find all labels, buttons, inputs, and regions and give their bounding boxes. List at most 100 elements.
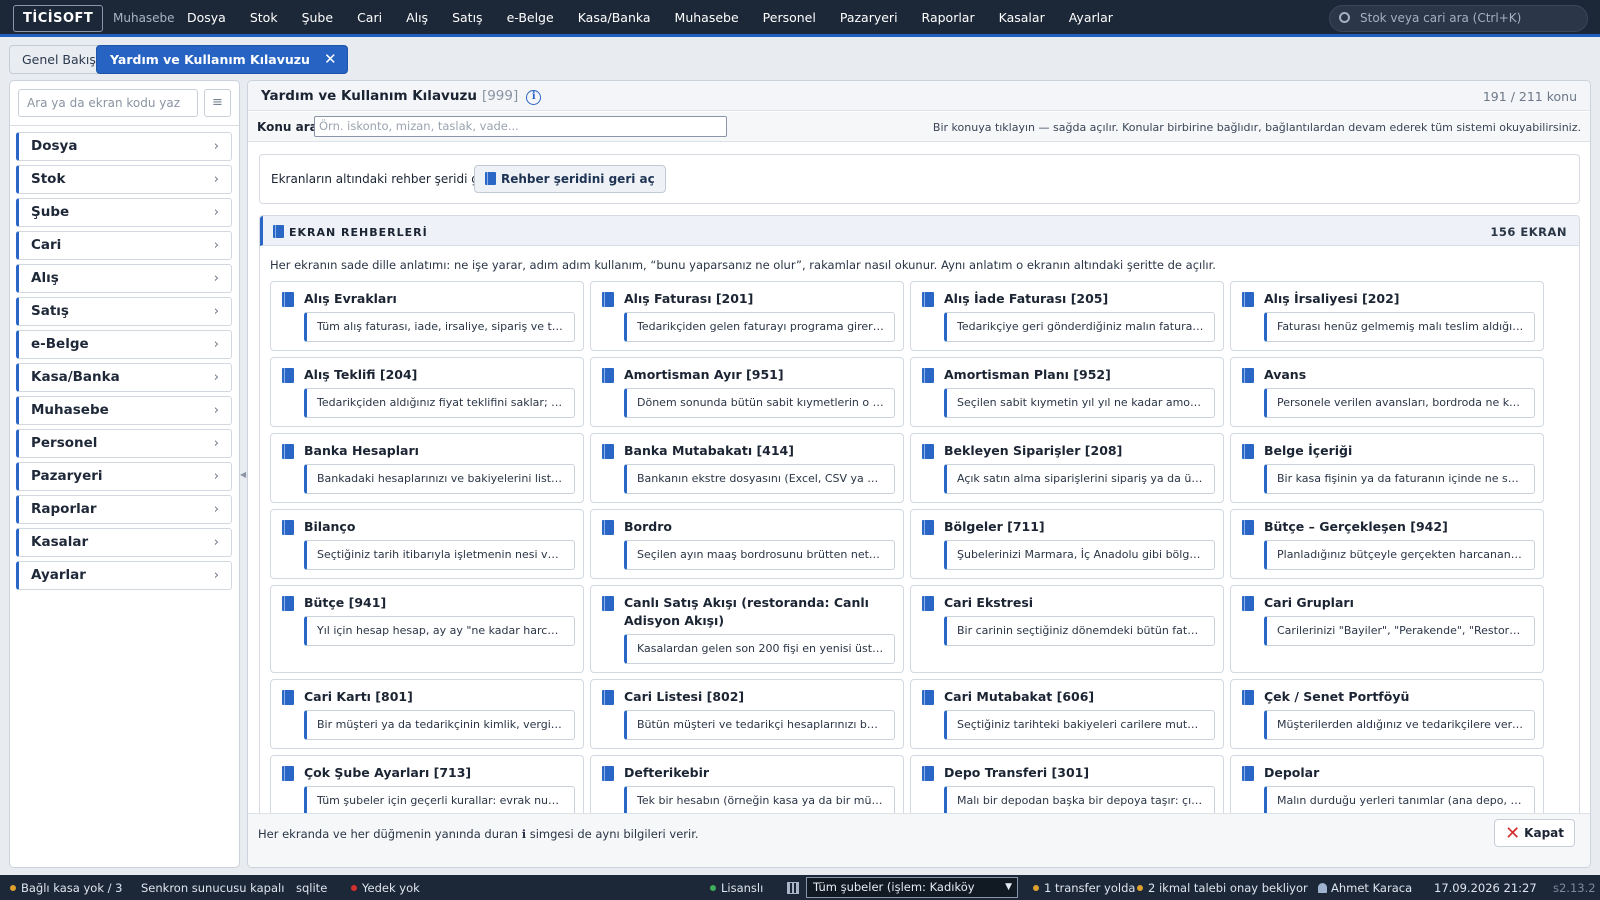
- topnav-pazaryeri[interactable]: Pazaryeri: [840, 10, 898, 25]
- guide-card[interactable]: Bekleyen Siparişler [208] Açık satın alma…: [910, 433, 1224, 503]
- guide-card-summary[interactable]: Bankadaki hesaplarınızı ve bakiyelerini …: [304, 464, 575, 494]
- guide-card[interactable]: Alış Teklifi [204] Tedarikçiden aldığınız…: [270, 357, 584, 427]
- guide-card[interactable]: Alış Faturası [201] Tedarikçiden gelen fa…: [590, 281, 904, 351]
- close-tab-icon[interactable]: ✕: [324, 46, 337, 73]
- guide-card-summary[interactable]: Tedarikçiye geri gönderdiğiniz malın fat…: [944, 312, 1215, 342]
- guide-card-summary[interactable]: Şubelerinizi Marmara, İç Anadolu gibi bö…: [944, 540, 1215, 570]
- topnav-personel[interactable]: Personel: [763, 10, 816, 25]
- guide-card[interactable]: Bütçe [941] Yıl için hesap hesap, ay ay "…: [270, 585, 584, 673]
- topnav-alis[interactable]: Alış: [406, 10, 428, 25]
- guide-card[interactable]: Alış İade Faturası [205] Tedarikçiye geri…: [910, 281, 1224, 351]
- guide-card-summary[interactable]: Bankanın ekstre dosyasını (Excel, CSV ya…: [624, 464, 895, 494]
- guide-card-summary[interactable]: Tek bir hesabın (örneğin kasa ya da bir …: [624, 786, 895, 816]
- guide-card-summary[interactable]: Seçtiğiniz tarih itibarıyla işletmenin n…: [304, 540, 575, 570]
- guide-card[interactable]: Cari Grupları Carilerinizi "Bayiler", "Pe…: [1230, 585, 1544, 673]
- guide-card-summary[interactable]: Kasalardan gelen son 200 fişi en yenisi …: [624, 634, 895, 664]
- guide-card-summary[interactable]: Carilerinizi "Bayiler", "Perakende", "Re…: [1264, 616, 1535, 646]
- topnav-ebelge[interactable]: e-Belge: [507, 10, 554, 25]
- guide-card-summary[interactable]: Yıl için hesap hesap, ay ay "ne kadar ha…: [304, 616, 575, 646]
- guide-card-summary[interactable]: Seçtiğiniz tarihteki bakiyeleri carilere…: [944, 710, 1215, 740]
- guide-card[interactable]: Bütçe – Gerçekleşen [942] Planladığınız b…: [1230, 509, 1544, 579]
- topnav-muhasebe[interactable]: Muhasebe: [675, 10, 739, 25]
- guide-card[interactable]: Amortisman Planı [952] Seçilen sabit kıym…: [910, 357, 1224, 427]
- guide-card-summary[interactable]: Bir kasa fişinin ya da faturanın içinde …: [1264, 464, 1535, 494]
- guide-card-summary[interactable]: Tedarikçiden aldığınız fiyat teklifini s…: [304, 388, 575, 418]
- sidebar-search-input[interactable]: Ara ya da ekran kodu yaz: [18, 89, 198, 117]
- topnav-stok[interactable]: Stok: [250, 10, 278, 25]
- guide-card[interactable]: Cari Ekstresi Bir carinin seçtiğiniz döne…: [910, 585, 1224, 673]
- topnav-raporlar[interactable]: Raporlar: [922, 10, 975, 25]
- book-icon: [602, 368, 614, 383]
- topnav-cari[interactable]: Cari: [357, 10, 382, 25]
- guide-card-summary[interactable]: Tüm alış faturası, iade, irsaliye, sipar…: [304, 312, 575, 342]
- info-icon[interactable]: i: [526, 90, 542, 105]
- guide-card[interactable]: Bölgeler [711] Şubelerinizi Marmara, İç A…: [910, 509, 1224, 579]
- guide-card[interactable]: Alış Evrakları Tüm alış faturası, iade, i…: [270, 281, 584, 351]
- guide-card-summary[interactable]: Malı bir depodan başka bir depoya taşır:…: [944, 786, 1215, 816]
- topnav-dosya[interactable]: Dosya: [187, 10, 226, 25]
- guide-card[interactable]: Cari Listesi [802] Bütün müşteri ve tedar…: [590, 679, 904, 749]
- guide-card[interactable]: Banka Hesapları Bankadaki hesaplarınızı v…: [270, 433, 584, 503]
- guide-card-summary[interactable]: Bir müşteri ya da tedarikçinin kimlik, v…: [304, 710, 575, 740]
- collapse-sidebar-icon[interactable]: ◀: [240, 470, 246, 479]
- guide-card-summary[interactable]: Dönem sonunda bütün sabit kıymetlerin o …: [624, 388, 895, 418]
- guide-card[interactable]: Cari Kartı [801] Bir müşteri ya da tedari…: [270, 679, 584, 749]
- app-logo[interactable]: TİCİSOFT: [13, 5, 104, 32]
- sidebar-item-e-belge[interactable]: e-Belge ›: [16, 330, 232, 359]
- guide-card[interactable]: Amortisman Ayır [951] Dönem sonunda bütün…: [590, 357, 904, 427]
- restore-guide-strip-button[interactable]: Rehber şeridini geri aç: [474, 165, 666, 193]
- guide-card-summary[interactable]: Tedarikçiden gelen faturayı programa gir…: [624, 312, 895, 342]
- guide-card-summary[interactable]: Seçilen sabit kıymetin yıl yıl ne kadar …: [944, 388, 1215, 418]
- book-icon: [282, 596, 294, 611]
- topnav-ayarlar[interactable]: Ayarlar: [1069, 10, 1113, 25]
- topnav-satis[interactable]: Satış: [452, 10, 482, 25]
- guide-card-summary[interactable]: Seçilen ayın maaş bordrosunu brütten net…: [624, 540, 895, 570]
- guide-card[interactable]: Alış İrsaliyesi [202] Faturası henüz gelm…: [1230, 281, 1544, 351]
- guide-card[interactable]: Avans Personele verilen avansları, bordro…: [1230, 357, 1544, 427]
- sidebar-item-muhasebe[interactable]: Muhasebe ›: [16, 396, 232, 425]
- sidebar-item-ayarlar[interactable]: Ayarlar ›: [16, 561, 232, 590]
- guide-card[interactable]: Banka Mutabakatı [414] Bankanın ekstre do…: [590, 433, 904, 503]
- guide-card[interactable]: Çek / Senet Portföyü Müşterilerden aldığı…: [1230, 679, 1544, 749]
- sidebar-item-personel[interactable]: Personel ›: [16, 429, 232, 458]
- supply-request-status[interactable]: 2 ikmal talebi onay bekliyor: [1137, 881, 1308, 895]
- sidebar-item-kasalar[interactable]: Kasalar ›: [16, 528, 232, 557]
- topnav-kasalar[interactable]: Kasalar: [999, 10, 1045, 25]
- guide-card[interactable]: Canlı Satış Akışı (restoranda: Canlı Adi…: [590, 585, 904, 673]
- guide-card-summary[interactable]: Müşterilerden aldığınız ve tedarikçilere…: [1264, 710, 1535, 740]
- warning-dot-icon: [1033, 885, 1039, 891]
- guide-card-summary[interactable]: Tüm şubeler için geçerli kurallar: evrak…: [304, 786, 575, 816]
- guide-card-summary[interactable]: Faturası henüz gelmemiş malı teslim aldı…: [1264, 312, 1535, 342]
- sidebar-item-satış[interactable]: Satış ›: [16, 297, 232, 326]
- topnav-sube[interactable]: Şube: [302, 10, 333, 25]
- guide-card-summary[interactable]: Malın durduğu yerleri tanımlar (ana depo…: [1264, 786, 1535, 816]
- topnav-kasa-banka[interactable]: Kasa/Banka: [578, 10, 651, 25]
- guide-card-summary[interactable]: Bir carinin seçtiğiniz dönemdeki bütün f…: [944, 616, 1215, 646]
- transfer-status[interactable]: 1 transfer yolda: [1033, 881, 1135, 895]
- sidebar-item-pazaryeri[interactable]: Pazaryeri ›: [16, 462, 232, 491]
- guide-card-summary[interactable]: Personele verilen avansları, bordroda ne…: [1264, 388, 1535, 418]
- guide-card-summary[interactable]: Planladığınız bütçeyle gerçekten harcana…: [1264, 540, 1535, 570]
- branch-select[interactable]: Tüm şubeler (işlem: Kadıköy Merkez)▼: [806, 877, 1018, 900]
- tab-help-guide[interactable]: Yardım ve Kullanım Kılavuzu ✕: [96, 45, 348, 74]
- guide-card[interactable]: Bilanço Seçtiğiniz tarih itibarıyla işlet…: [270, 509, 584, 579]
- close-button[interactable]: ✕ Kapat: [1494, 819, 1575, 847]
- menu-toggle-icon[interactable]: ≡: [204, 89, 231, 117]
- guide-card[interactable]: Belge İçeriği Bir kasa fişinin ya da fatu…: [1230, 433, 1544, 503]
- guide-card[interactable]: Bordro Seçilen ayın maaş bordrosunu brütt…: [590, 509, 904, 579]
- sidebar-item-kasa-banka[interactable]: Kasa/Banka ›: [16, 363, 232, 392]
- global-search-input[interactable]: Stok veya cari ara (Ctrl+K): [1329, 5, 1588, 32]
- sidebar-item-cari[interactable]: Cari ›: [16, 231, 232, 260]
- sidebar-item-dosya[interactable]: Dosya ›: [16, 132, 232, 161]
- tab-overview[interactable]: Genel Bakış: [9, 45, 109, 74]
- user-status[interactable]: Ahmet Karaca: [1318, 881, 1412, 895]
- guide-card-summary[interactable]: Açık satın alma siparişlerini sipariş ya…: [944, 464, 1215, 494]
- guide-card-title: Banka Hesapları: [304, 443, 419, 458]
- topic-search-input[interactable]: Örn. iskonto, mizan, taslak, vade...: [314, 116, 727, 137]
- sidebar-item-stok[interactable]: Stok ›: [16, 165, 232, 194]
- sidebar-item-şube[interactable]: Şube ›: [16, 198, 232, 227]
- sidebar-item-alış[interactable]: Alış ›: [16, 264, 232, 293]
- guide-card[interactable]: Cari Mutabakat [606] Seçtiğiniz tarihteki…: [910, 679, 1224, 749]
- guide-card-summary[interactable]: Bütün müşteri ve tedarikçi hesaplarınızı…: [624, 710, 895, 740]
- sidebar-item-raporlar[interactable]: Raporlar ›: [16, 495, 232, 524]
